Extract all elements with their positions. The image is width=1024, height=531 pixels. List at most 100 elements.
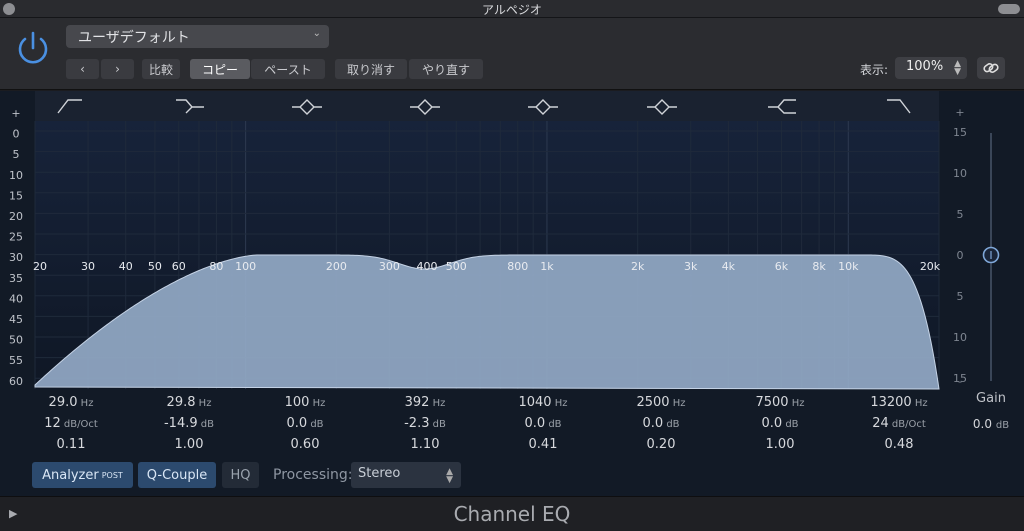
left-axis-tick-label: 20 — [9, 210, 23, 223]
band-frequency[interactable]: 29.0 Hz — [16, 395, 126, 416]
eq-main-area: +051015202530354045505560- +15105051015-… — [0, 91, 1024, 496]
band-gain-unit: dB — [307, 419, 324, 430]
right-axis-tick-label: 0 — [957, 249, 964, 262]
band-gain-unit: dB — [545, 419, 562, 430]
band-frequency-unit: Hz — [788, 398, 805, 409]
band-q-value: 0.60 — [290, 437, 320, 452]
band-gain[interactable]: 0.0 dB — [250, 416, 360, 437]
band-q[interactable]: 0.20 — [606, 437, 716, 458]
left-axis-tick-label: 55 — [9, 354, 23, 367]
band-q-value: 0.20 — [646, 437, 676, 452]
frequency-tick-label: 8k — [812, 260, 826, 273]
left-axis-tick-label: 35 — [9, 272, 23, 285]
link-icon — [983, 63, 999, 73]
peak-icon-1[interactable] — [292, 99, 322, 115]
undo-button[interactable]: 取り消す — [335, 59, 407, 79]
frequency-tick-label: 2k — [631, 260, 645, 273]
band-q[interactable]: 1.10 — [370, 437, 480, 458]
highcut-icon[interactable] — [887, 99, 911, 114]
band-gain[interactable]: 0.0 dB — [725, 416, 835, 437]
window-control-button[interactable] — [998, 4, 1020, 14]
compare-button[interactable]: 比較 — [142, 59, 180, 79]
band-3-params: 100 Hz 0.0 dB 0.60 — [250, 395, 360, 458]
gain-label: Gain — [976, 391, 1006, 406]
link-button[interactable] — [977, 57, 1005, 79]
hq-button[interactable]: HQ — [222, 462, 259, 488]
band-frequency-value: 392 — [404, 395, 430, 410]
window-title: アルペジオ — [482, 3, 542, 17]
zoom-select[interactable]: 100% ▲ ▼ — [895, 57, 967, 79]
frequency-tick-label: 60 — [172, 260, 186, 273]
paste-button[interactable]: ペースト — [251, 59, 325, 79]
band-frequency-value: 100 — [284, 395, 310, 410]
q-couple-button[interactable]: Q-Couple — [138, 462, 216, 488]
band-q[interactable]: 0.48 — [844, 437, 954, 458]
updown-arrows-icon: ▲ ▼ — [954, 59, 961, 77]
band-q[interactable]: 1.00 — [725, 437, 835, 458]
peak-icon-2[interactable] — [410, 99, 440, 115]
right-axis-labels: +15105051015- — [953, 106, 967, 388]
band-frequency[interactable]: 392 Hz — [370, 395, 480, 416]
peak-icon-4[interactable] — [647, 99, 677, 115]
previous-preset-button[interactable]: ‹ — [66, 59, 99, 79]
analyzer-button[interactable]: Analyzer POST — [32, 462, 133, 488]
peak-icon-3[interactable] — [528, 99, 558, 115]
right-axis-tick-label: 5 — [957, 208, 964, 221]
band-frequency[interactable]: 1040 Hz — [488, 395, 598, 416]
band-frequency[interactable]: 7500 Hz — [725, 395, 835, 416]
frequency-tick-label: 6k — [775, 260, 789, 273]
frequency-tick-label: 400 — [417, 260, 438, 273]
band-frequency[interactable]: 2500 Hz — [606, 395, 716, 416]
band-gain-unit: dB/Oct — [60, 419, 98, 430]
left-axis-tick-label: 60 — [9, 375, 23, 388]
left-axis-tick-label: 0 — [13, 128, 20, 141]
plugin-name: Channel EQ — [453, 502, 571, 526]
band-gain-value: 0.0 — [761, 416, 783, 431]
gain-value-field[interactable]: 0.0 dB — [966, 417, 1016, 431]
band-gain[interactable]: 0.0 dB — [488, 416, 598, 437]
band-gain-unit: dB — [429, 419, 446, 430]
chevron-right-icon: › — [115, 62, 120, 76]
band-frequency[interactable]: 13200 Hz — [844, 395, 954, 416]
band-gain[interactable]: 12 dB/Oct — [16, 416, 126, 437]
frequency-tick-label: 50 — [148, 260, 162, 273]
title-bar: アルペジオ — [0, 0, 1024, 18]
band-7-params: 7500 Hz 0.0 dB 1.00 — [725, 395, 835, 458]
band-q[interactable]: 0.41 — [488, 437, 598, 458]
plugin-footer: ▶ Channel EQ — [0, 496, 1024, 531]
copy-button[interactable]: コピー — [190, 59, 250, 79]
band-gain[interactable]: 0.0 dB — [606, 416, 716, 437]
band-q[interactable]: 0.60 — [250, 437, 360, 458]
band-frequency-value: 1040 — [518, 395, 552, 410]
redo-button[interactable]: やり直す — [409, 59, 483, 79]
band-q[interactable]: 1.00 — [134, 437, 244, 458]
band-q[interactable]: 0.11 — [16, 437, 126, 458]
band-frequency-value: 2500 — [636, 395, 670, 410]
band-frequency[interactable]: 100 Hz — [250, 395, 360, 416]
preset-menu[interactable]: ユーザデフォルト ⌄ — [66, 25, 329, 48]
next-preset-button[interactable]: › — [101, 59, 134, 79]
lowshelf-icon[interactable] — [176, 99, 204, 114]
frequency-tick-label: 20 — [33, 260, 47, 273]
eq-graph[interactable]: +051015202530354045505560- +15105051015-… — [0, 91, 1024, 396]
band-gain-value: 0.0 — [286, 416, 308, 431]
band-gain-value: 12 — [44, 416, 61, 431]
band-frequency[interactable]: 29.8 Hz — [134, 395, 244, 416]
band-frequency-unit: Hz — [309, 398, 326, 409]
band-gain[interactable]: -2.3 dB — [370, 416, 480, 437]
band-gain[interactable]: -14.9 dB — [134, 416, 244, 437]
right-axis-tick-label: 10 — [953, 331, 967, 344]
lowcut-icon[interactable] — [57, 99, 82, 114]
right-axis-tick-label: 10 — [953, 167, 967, 180]
band-gain[interactable]: 24 dB/Oct — [844, 416, 954, 437]
chevron-down-icon: ⌄ — [312, 28, 321, 39]
band-frequency-value: 7500 — [755, 395, 789, 410]
highshelf-icon[interactable] — [768, 99, 796, 114]
band-2-params: 29.8 Hz -14.9 dB 1.00 — [134, 395, 244, 458]
plugin-header: ユーザデフォルト ⌄ ‹ › 比較 コピー ペースト 取り消す やり直す 表示:… — [0, 18, 1024, 90]
power-icon[interactable] — [14, 29, 52, 67]
band-q-value: 0.11 — [56, 437, 86, 452]
analyzer-label: Analyzer — [42, 467, 99, 483]
processing-select[interactable]: Stereo ▲ ▼ — [351, 462, 461, 488]
left-axis-tick-label: 45 — [9, 313, 23, 326]
